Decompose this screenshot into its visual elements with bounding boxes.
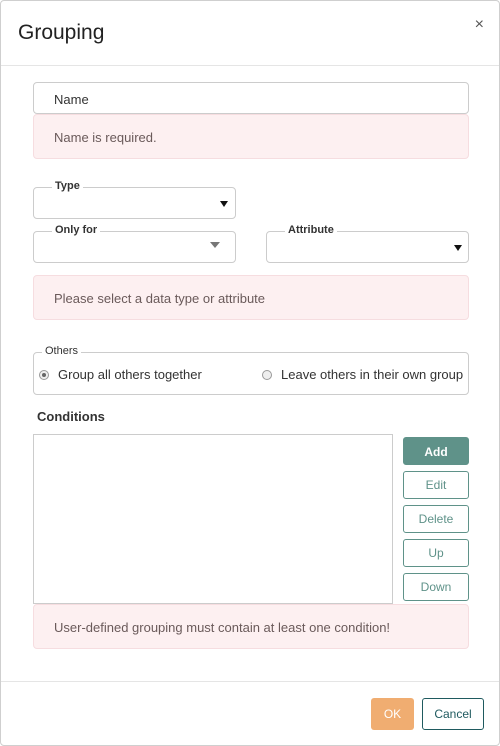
add-button[interactable]: Add: [403, 437, 469, 465]
name-field-value: Name: [54, 92, 89, 107]
dialog-footer: [1, 681, 499, 682]
ok-button[interactable]: OK: [371, 698, 414, 730]
only-for-label: Only for: [52, 224, 101, 236]
radio-leave-own[interactable]: Leave others in their own group: [262, 367, 463, 382]
close-icon[interactable]: ×: [475, 17, 484, 33]
chevron-down-icon: [210, 242, 220, 248]
type-attribute-error-text: Please select a data type or attribute: [54, 291, 266, 306]
attribute-label: Attribute: [285, 224, 337, 236]
type-label: Type: [52, 180, 83, 192]
radio-leave-own-label: Leave others in their own group: [281, 367, 464, 382]
down-button[interactable]: Down: [403, 573, 469, 601]
conditions-error-text: User-defined grouping must contain at le…: [54, 620, 391, 635]
name-field[interactable]: Name: [33, 82, 469, 114]
others-fieldset: Group all others together Leave others i…: [33, 352, 469, 395]
others-legend: Others: [42, 345, 82, 357]
conditions-error: User-defined grouping must contain at le…: [33, 604, 469, 649]
radio-group-all[interactable]: Group all others together: [39, 367, 202, 382]
conditions-title: Conditions: [37, 409, 105, 424]
name-error-text: Name is required.: [54, 130, 157, 145]
delete-button[interactable]: Delete: [403, 505, 469, 533]
grouping-dialog: Grouping × Name Name is required. Type O…: [0, 0, 500, 746]
chevron-down-icon: [220, 201, 228, 207]
dialog-title: Grouping: [18, 21, 105, 44]
conditions-list[interactable]: [33, 434, 393, 604]
chevron-down-icon: [454, 245, 462, 251]
type-attribute-error: Please select a data type or attribute: [33, 275, 469, 320]
radio-button-selected[interactable]: [39, 369, 49, 380]
dialog-header: Grouping ×: [1, 1, 499, 66]
cancel-button[interactable]: Cancel: [422, 698, 484, 730]
up-button[interactable]: Up: [403, 539, 469, 567]
name-error: Name is required.: [33, 114, 469, 159]
radio-button[interactable]: [262, 369, 272, 380]
radio-group-all-label: Group all others together: [58, 367, 202, 382]
edit-button[interactable]: Edit: [403, 471, 469, 499]
